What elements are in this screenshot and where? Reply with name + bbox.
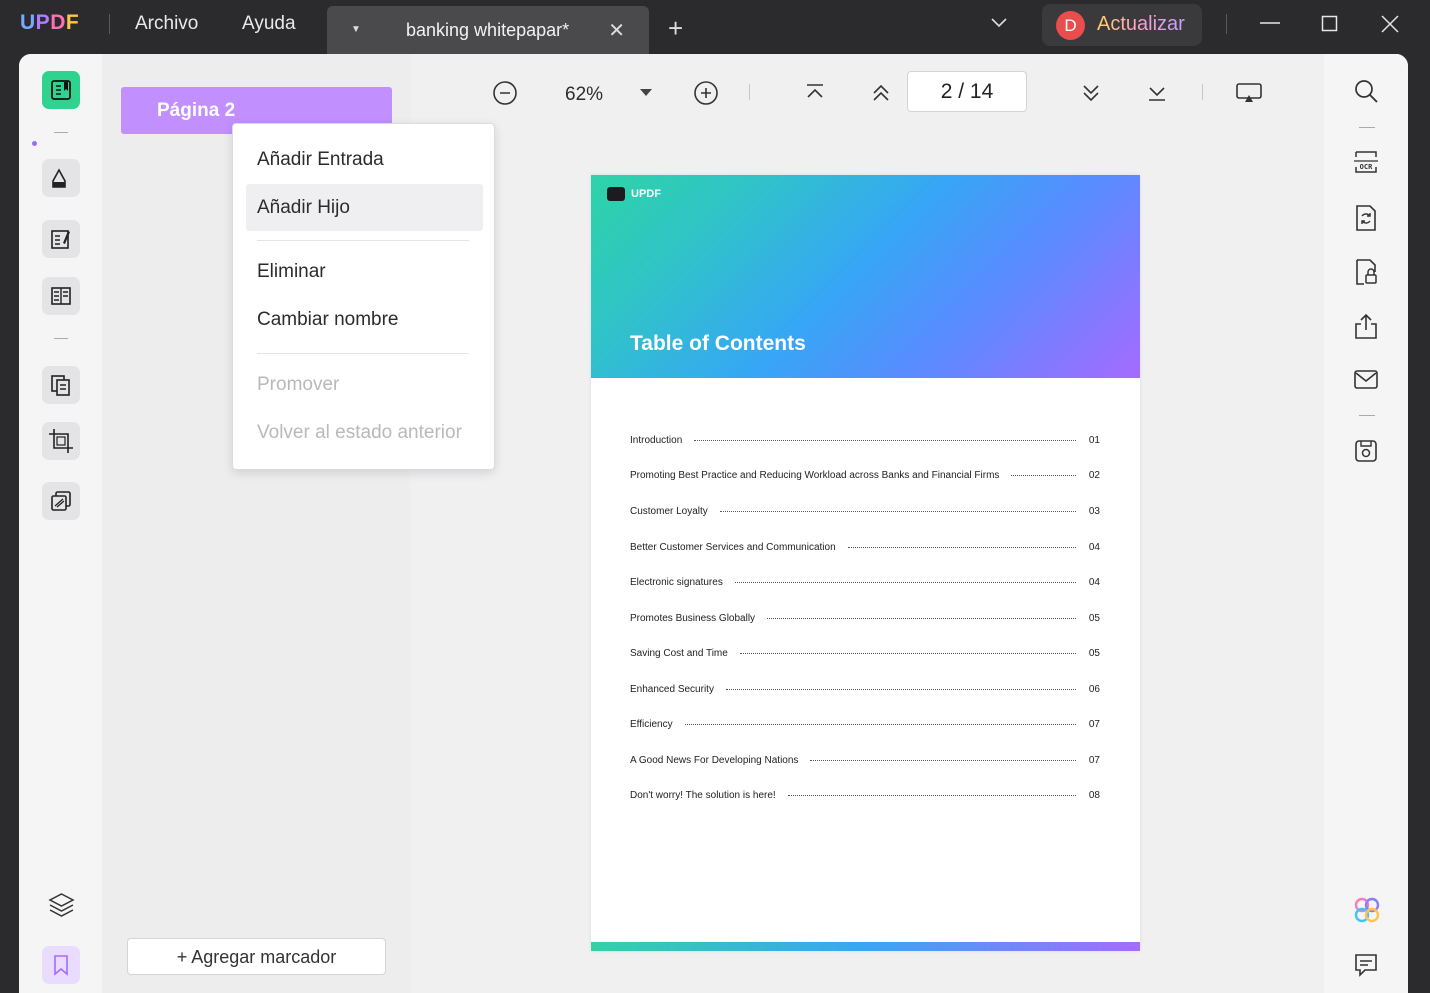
layers-icon[interactable] [48, 891, 75, 918]
protect-button[interactable] [42, 482, 80, 520]
protect-file-icon[interactable] [1353, 258, 1379, 286]
document-tab[interactable]: ▼ banking whitepapar* ✕ [327, 6, 649, 54]
toolbar-separator [1359, 415, 1375, 416]
toolbar-separator [1202, 84, 1203, 100]
document-page: UPDF Table of Contents Introduction 01 Pr… [591, 175, 1140, 951]
ai-icon[interactable] [1353, 896, 1381, 924]
page-footer-bar [591, 942, 1140, 951]
zoom-in-icon[interactable] [693, 80, 719, 106]
close-window-icon[interactable] [1381, 15, 1399, 33]
add-bookmark-button[interactable]: + Agregar marcador [127, 938, 386, 975]
chat-icon[interactable] [1353, 952, 1379, 978]
comment-icon [52, 168, 66, 188]
context-menu: Añadir Entrada Añadir Hijo Eliminar Camb… [232, 123, 495, 470]
left-toolbar [19, 54, 102, 993]
upgrade-button[interactable]: D Actualizar [1042, 4, 1202, 46]
toc-entry[interactable]: Don't worry! The solution is here! 08 [630, 788, 1100, 802]
toc-entry[interactable]: Promoting Best Practice and Reducing Wor… [630, 468, 1100, 482]
reader-button[interactable] [42, 71, 80, 109]
toc-entry[interactable]: Better Customer Services and Communicati… [630, 540, 1100, 554]
zoom-out-icon[interactable] [492, 80, 518, 106]
email-icon[interactable] [1353, 368, 1379, 392]
toc-entry[interactable]: A Good News For Developing Nations 07 [630, 753, 1100, 767]
form-icon [51, 287, 71, 305]
reader-icon [51, 80, 71, 100]
chevron-down-icon[interactable] [990, 14, 1008, 32]
previous-page-icon[interactable] [870, 82, 892, 104]
updf-logo: UPDF [20, 11, 80, 34]
edit-icon [51, 230, 70, 249]
next-page-icon[interactable] [1080, 82, 1102, 104]
menu-item-rename[interactable]: Cambiar nombre [246, 296, 483, 343]
tab-dropdown-icon[interactable]: ▼ [351, 24, 361, 35]
form-button[interactable] [42, 277, 80, 315]
menu-file[interactable]: Archivo [135, 13, 198, 35]
organize-button[interactable] [42, 366, 80, 404]
tab-close-icon[interactable]: ✕ [608, 18, 625, 43]
page-number-field[interactable]: 2 / 14 [907, 71, 1027, 112]
zoom-level[interactable]: 62% [565, 84, 603, 106]
menu-help[interactable]: Ayuda [242, 13, 296, 35]
toolbar-separator [54, 132, 68, 133]
toc-entry[interactable]: Enhanced Security 06 [630, 682, 1100, 696]
menu-item-delete[interactable]: Eliminar [246, 248, 483, 295]
tab-title: banking whitepapar* [406, 20, 570, 40]
search-icon[interactable] [1353, 78, 1379, 104]
title-separator [109, 14, 110, 34]
active-indicator [32, 141, 37, 146]
upgrade-label: Actualizar [1097, 13, 1185, 35]
protect-icon [51, 491, 71, 511]
title-separator [1226, 14, 1227, 34]
organize-icon [51, 375, 70, 396]
toolbar-separator [1359, 127, 1375, 128]
comment-button[interactable] [42, 159, 80, 197]
toolbar-separator [54, 338, 68, 339]
maximize-icon[interactable] [1321, 15, 1339, 33]
document-title: Table of Contents [630, 332, 806, 355]
crop-button[interactable] [42, 422, 80, 460]
avatar: D [1056, 11, 1085, 40]
menu-item-add-entry[interactable]: Añadir Entrada [246, 136, 483, 183]
main-area: Página 2 + Agregar marcador Añadir Entra… [19, 54, 1408, 993]
toolbar-separator [749, 84, 750, 100]
toc-entry[interactable]: Customer Loyalty 03 [630, 504, 1100, 518]
presentation-icon[interactable] [1235, 81, 1263, 105]
save-icon[interactable] [1353, 438, 1379, 464]
share-icon[interactable] [1353, 312, 1379, 340]
menu-item-add-child[interactable]: Añadir Hijo [246, 184, 483, 231]
edit-button[interactable] [42, 220, 80, 258]
toc-entry[interactable]: Promotes Business Globally 05 [630, 611, 1100, 625]
zoom-dropdown-icon[interactable] [640, 89, 652, 97]
bookmark-button[interactable] [42, 946, 80, 984]
updf-mark-icon [607, 187, 625, 201]
menu-item-promote: Promover [257, 374, 340, 395]
crop-icon [49, 429, 73, 453]
title-bar: UPDF Archivo Ayuda ▼ banking whitepapar*… [0, 0, 1430, 54]
menu-separator [257, 353, 469, 354]
toc-entry[interactable]: Electronic signatures 04 [630, 575, 1100, 589]
menu-item-revert: Volver al estado anterior [257, 422, 462, 443]
toc-entry[interactable]: Efficiency 07 [630, 717, 1100, 731]
minimize-icon[interactable] [1259, 14, 1281, 36]
menu-separator [257, 240, 469, 241]
first-page-icon[interactable] [804, 82, 826, 104]
last-page-icon[interactable] [1146, 82, 1168, 104]
page-header-banner: UPDF Table of Contents [591, 175, 1140, 378]
toc-entry[interactable]: Introduction 01 [630, 433, 1100, 447]
new-tab-button[interactable]: + [668, 15, 683, 41]
document-logo: UPDF [607, 187, 661, 201]
view-toolbar: 62% 2 / 14 [410, 54, 1324, 134]
svg-text:OCR: OCR [1360, 163, 1373, 171]
toc-entry[interactable]: Saving Cost and Time 05 [630, 646, 1100, 660]
convert-icon[interactable] [1353, 204, 1379, 232]
ocr-icon[interactable]: OCR [1353, 149, 1379, 175]
bookmark-icon [54, 955, 68, 976]
right-toolbar: OCR [1324, 54, 1408, 993]
